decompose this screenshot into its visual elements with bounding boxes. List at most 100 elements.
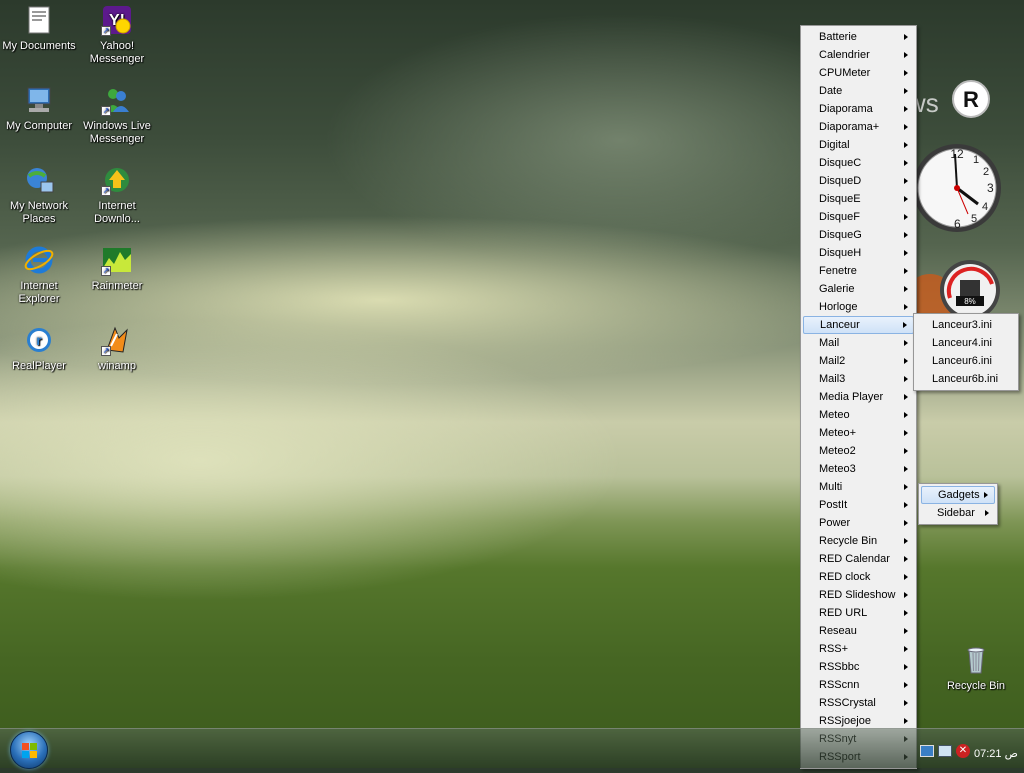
menu-item-multi[interactable]: Multi: [803, 478, 914, 496]
menu-item-disqueg[interactable]: DisqueG: [803, 226, 914, 244]
chevron-right-icon: [904, 538, 908, 544]
menu-item-power[interactable]: Power: [803, 514, 914, 532]
menu-item-lanceur6b-ini[interactable]: Lanceur6b.ini: [916, 370, 1016, 388]
menu-item-red-slideshow[interactable]: RED Slideshow: [803, 586, 914, 604]
menu-item-label: Mail: [819, 337, 840, 349]
recycle-bin-shortcut[interactable]: Recycle Bin: [938, 644, 1014, 693]
menu-item-mail2[interactable]: Mail2: [803, 352, 914, 370]
svg-text:5: 5: [971, 213, 977, 225]
menu-item-calendrier[interactable]: Calendrier: [803, 46, 914, 64]
tray-shield-icon[interactable]: ✕: [956, 744, 970, 758]
chevron-right-icon: [904, 376, 908, 382]
menu-item-label: RSScnn: [819, 679, 860, 691]
menu-item-red-calendar[interactable]: RED Calendar: [803, 550, 914, 568]
menu-item-meteo[interactable]: Meteo: [803, 406, 914, 424]
menu-item-cpumeter[interactable]: CPUMeter: [803, 64, 914, 82]
chevron-right-icon: [904, 304, 908, 310]
menu-item-recycle-bin[interactable]: Recycle Bin: [803, 532, 914, 550]
realplayer-shortcut[interactable]: r RealPlayer: [1, 324, 77, 373]
menu-item-red-clock[interactable]: RED clock: [803, 568, 914, 586]
internet-explorer-shortcut[interactable]: Internet Explorer: [1, 244, 77, 306]
menu-item-lanceur[interactable]: Lanceur: [803, 316, 914, 334]
chevron-right-icon: [904, 718, 908, 724]
menu-item-rss-[interactable]: RSS+: [803, 640, 914, 658]
menu-item-rsscrystal[interactable]: RSSCrystal: [803, 694, 914, 712]
menu-item-label: Reseau: [819, 625, 857, 637]
menu-item-rssbbc[interactable]: RSSbbc: [803, 658, 914, 676]
winamp-label: winamp: [98, 360, 136, 372]
chevron-right-icon: [904, 124, 908, 130]
menu-item-galerie[interactable]: Galerie: [803, 280, 914, 298]
menu-item-gadgets[interactable]: Gadgets: [921, 486, 995, 504]
my-documents-shortcut[interactable]: My Documents: [1, 4, 77, 53]
menu-item-disquec[interactable]: DisqueC: [803, 154, 914, 172]
yahoo-messenger-shortcut[interactable]: Y! ↗ Yahoo! Messenger: [79, 4, 155, 66]
chevron-right-icon: [904, 106, 908, 112]
menu-item-lanceur6-ini[interactable]: Lanceur6.ini: [916, 352, 1016, 370]
chevron-right-icon: [904, 160, 908, 166]
menu-item-label: DisqueF: [819, 211, 860, 223]
menu-item-batterie[interactable]: Batterie: [803, 28, 914, 46]
menu-item-horloge[interactable]: Horloge: [803, 298, 914, 316]
start-button[interactable]: [10, 731, 48, 769]
chevron-right-icon: [904, 358, 908, 364]
menu-item-diaporama-[interactable]: Diaporama+: [803, 118, 914, 136]
my-computer-shortcut[interactable]: My Computer: [1, 84, 77, 133]
internet-download-shortcut[interactable]: ↗ Internet Downlo...: [79, 164, 155, 226]
ie-icon: [23, 244, 55, 276]
menu-item-lanceur3-ini[interactable]: Lanceur3.ini: [916, 316, 1016, 334]
system-tray: ✕ 07:21 ص: [914, 729, 1024, 769]
menu-item-mail[interactable]: Mail: [803, 334, 914, 352]
tray-network-icon[interactable]: [920, 745, 934, 757]
documents-icon: [23, 4, 55, 36]
menu-item-label: Meteo2: [819, 445, 856, 457]
menu-item-disqueh[interactable]: DisqueH: [803, 244, 914, 262]
menu-item-label: Meteo+: [819, 427, 856, 439]
winamp-shortcut[interactable]: ↗ winamp: [79, 324, 155, 373]
menu-item-label: Meteo3: [819, 463, 856, 475]
svg-text:r: r: [36, 332, 42, 348]
menu-item-lanceur4-ini[interactable]: Lanceur4.ini: [916, 334, 1016, 352]
chevron-right-icon: [904, 610, 908, 616]
menu-item-label: Gadgets: [938, 489, 980, 501]
menu-item-media-player[interactable]: Media Player: [803, 388, 914, 406]
menu-item-mail3[interactable]: Mail3: [803, 370, 914, 388]
chevron-right-icon: [985, 510, 989, 516]
chevron-right-icon: [904, 520, 908, 526]
menu-item-label: Power: [819, 517, 851, 529]
menu-item-meteo3[interactable]: Meteo3: [803, 460, 914, 478]
lanceur-submenu: Lanceur3.ini Lanceur4.ini Lanceur6.ini Lanc…: [913, 313, 1019, 391]
menu-item-meteo2[interactable]: Meteo2: [803, 442, 914, 460]
tray-monitor-icon[interactable]: [938, 745, 952, 757]
menu-item-diaporama[interactable]: Diaporama: [803, 100, 914, 118]
menu-item-sidebar[interactable]: Sidebar: [921, 504, 995, 522]
menu-item-date[interactable]: Date: [803, 82, 914, 100]
chevron-right-icon: [904, 574, 908, 580]
menu-item-fenetre[interactable]: Fenetre: [803, 262, 914, 280]
menu-item-disqued[interactable]: DisqueD: [803, 172, 914, 190]
menu-item-label: Media Player: [819, 391, 884, 403]
menu-item-meteo-[interactable]: Meteo+: [803, 424, 914, 442]
rainmeter-shortcut[interactable]: ↗ Rainmeter: [79, 244, 155, 293]
windows-live-messenger-shortcut[interactable]: ↗ Windows Live Messenger: [79, 84, 155, 146]
chevron-right-icon: [904, 502, 908, 508]
shortcut-arrow-icon: ↗: [101, 346, 111, 356]
menu-item-postit[interactable]: PostIt: [803, 496, 914, 514]
menu-item-digital[interactable]: Digital: [803, 136, 914, 154]
chevron-right-icon: [904, 268, 908, 274]
chevron-right-icon: [904, 70, 908, 76]
chevron-right-icon: [904, 430, 908, 436]
menu-item-rsscnn[interactable]: RSScnn: [803, 676, 914, 694]
chevron-right-icon: [904, 664, 908, 670]
menu-item-disquef[interactable]: DisqueF: [803, 208, 914, 226]
chevron-right-icon: [904, 628, 908, 634]
menu-item-label: Date: [819, 85, 843, 97]
svg-text:6: 6: [954, 217, 961, 231]
menu-item-red-url[interactable]: RED URL: [803, 604, 914, 622]
my-network-places-shortcut[interactable]: My Network Places: [1, 164, 77, 226]
windows-live-messenger-label: Windows Live Messenger: [83, 120, 151, 145]
taskbar-clock[interactable]: 07:21 ص: [974, 747, 1018, 760]
menu-item-disquee[interactable]: DisqueE: [803, 190, 914, 208]
menu-item-label: Fenetre: [819, 265, 857, 277]
menu-item-reseau[interactable]: Reseau: [803, 622, 914, 640]
